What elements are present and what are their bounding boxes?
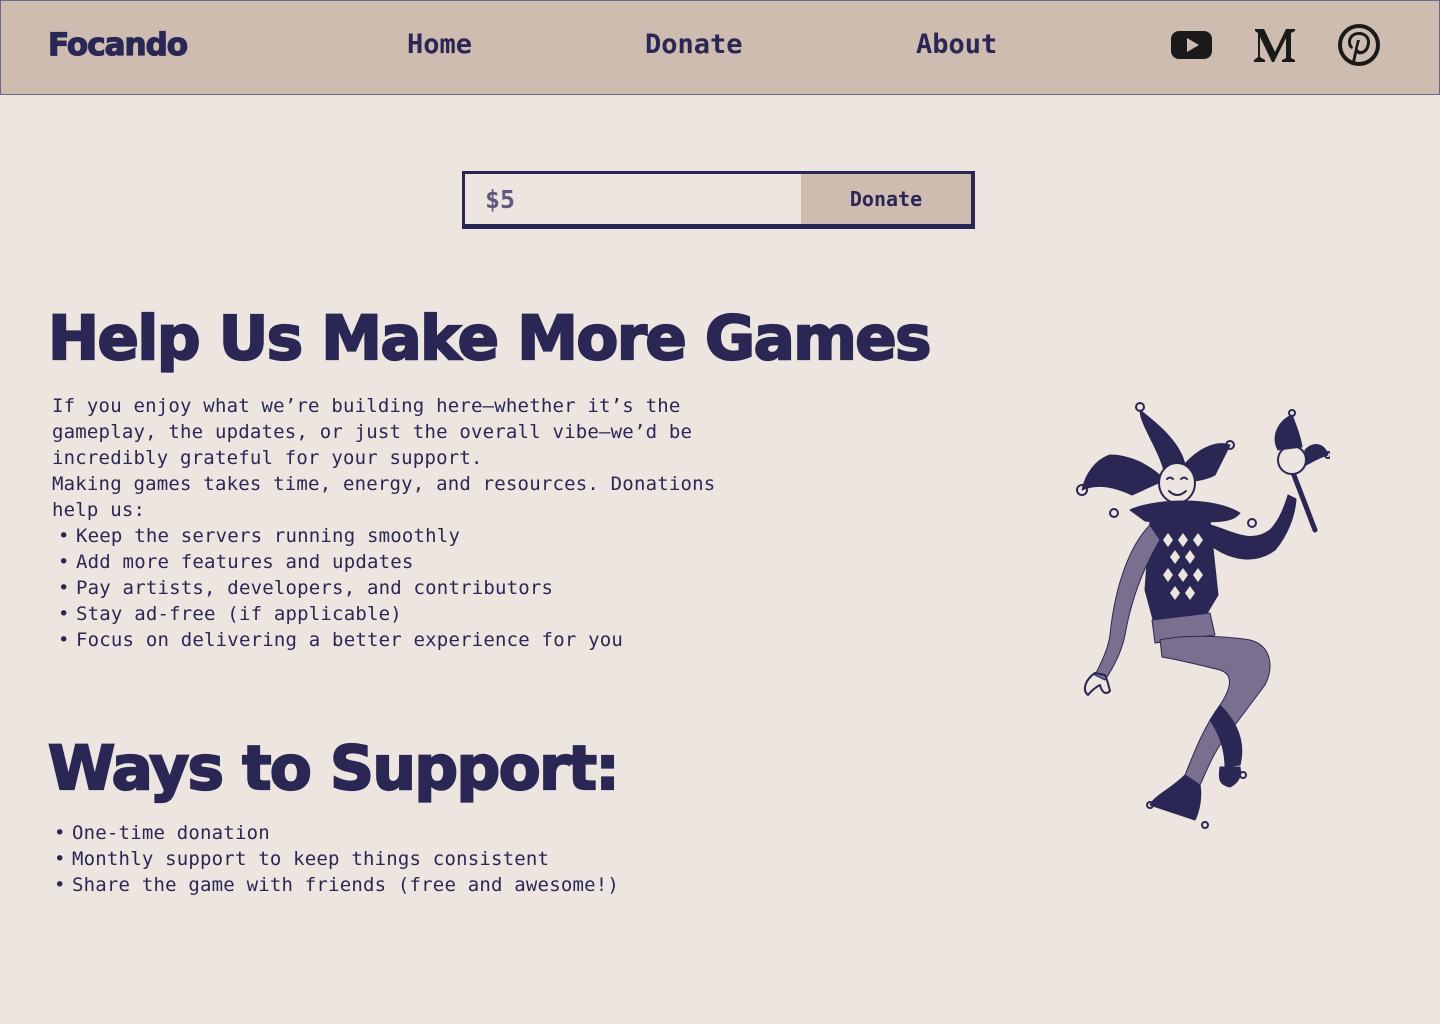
list-item: Pay artists, developers, and contributor… [52, 575, 752, 601]
help-paragraph-2: Making games takes time, energy, and res… [52, 473, 716, 521]
help-section-title: Help Us Make More Games [47, 302, 933, 375]
nav-link-home[interactable]: Home [407, 29, 472, 60]
youtube-icon[interactable] [1170, 27, 1213, 63]
list-item: Stay ad-free (if applicable) [52, 601, 752, 627]
ways-to-support-list: One-time donation Monthly support to kee… [48, 820, 748, 898]
list-item: Add more features and updates [52, 549, 752, 575]
ways-section-title: Ways to Support: [47, 732, 621, 805]
list-item: Focus on delivering a better experience … [52, 627, 752, 653]
donate-form: Donate [462, 171, 975, 229]
list-item: Keep the servers running smoothly [52, 523, 752, 549]
nav-link-donate[interactable]: Donate [645, 29, 743, 60]
donation-uses-list: Keep the servers running smoothly Add mo… [52, 523, 752, 653]
list-item: One-time donation [48, 820, 748, 846]
pinterest-icon[interactable] [1337, 23, 1381, 67]
donate-button[interactable]: Donate [801, 174, 971, 224]
nav-link-about[interactable]: About [916, 29, 997, 60]
medium-icon[interactable] [1252, 25, 1298, 65]
list-item: Share the game with friends (free and aw… [48, 872, 748, 898]
top-navbar: Focando Home Donate About [0, 0, 1440, 95]
help-paragraph-1: If you enjoy what we’re building here—wh… [52, 395, 693, 469]
help-intro-text: If you enjoy what we’re building here—wh… [52, 393, 752, 523]
donation-amount-input[interactable] [465, 174, 801, 224]
brand-logo[interactable]: Focando [47, 26, 188, 63]
jester-illustration [1076, 402, 1330, 829]
list-item: Monthly support to keep things consisten… [48, 846, 748, 872]
